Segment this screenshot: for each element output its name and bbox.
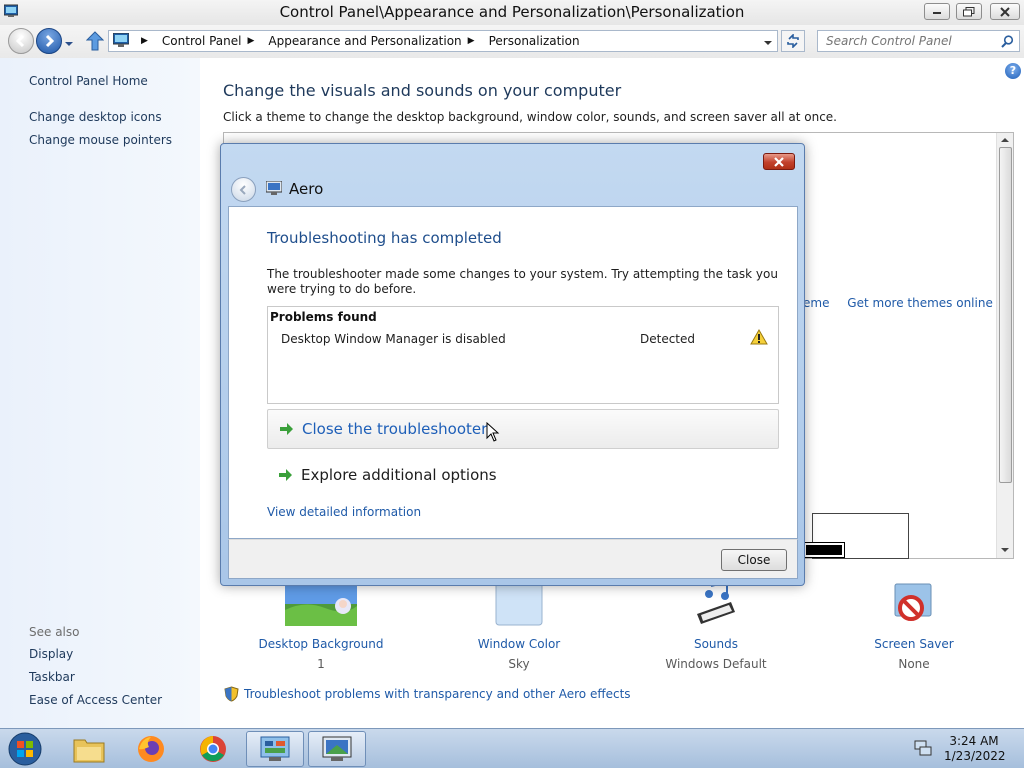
folder-icon (73, 739, 105, 763)
troubleshooter-dialog: Aero Troubleshooting has completed The t… (220, 143, 805, 586)
control-panel-app-icon (260, 736, 290, 761)
scrollbar-thumb[interactable] (999, 147, 1012, 483)
close-troubleshooter-option[interactable]: Close the troubleshooter (267, 409, 779, 449)
search-icon[interactable] (1001, 35, 1014, 51)
window-title: Control Panel\Appearance and Personaliza… (279, 3, 745, 21)
personalization-window-icon (322, 736, 352, 761)
completed-description: The troubleshooter made some changes to … (267, 267, 778, 296)
screen-saver-item[interactable]: Screen Saver None (849, 582, 979, 671)
dialog-title: Aero (289, 180, 324, 198)
sounds-value: Windows Default (665, 657, 767, 671)
desktop-background-value: 1 (317, 657, 325, 671)
theme-list-scrollbar[interactable] (996, 133, 1013, 558)
scroll-down-icon[interactable] (1001, 547, 1009, 553)
window-color-item[interactable]: Window Color Sky (454, 581, 584, 671)
taskbar: 3:24 AM 1/23/2022 (0, 728, 1024, 768)
page-title: Change the visuals and sounds on your co… (223, 81, 622, 100)
address-bar[interactable]: ▶ Control Panel ▶ Appearance and Personal… (108, 30, 778, 52)
taskbar-firefox[interactable] (122, 731, 180, 767)
get-more-themes-link[interactable]: Get more themes online (847, 296, 993, 310)
dialog-close-icon[interactable] (763, 153, 795, 170)
restore-button[interactable] (956, 3, 982, 20)
desktop-background-icon (285, 582, 357, 626)
theme-links: eme Get more themes online (803, 296, 1007, 310)
problems-found-panel: Problems found Desktop Window Manager is… (267, 306, 779, 404)
troubleshoot-aero-link[interactable]: Troubleshoot problems with transparency … (224, 686, 631, 702)
ease-of-access-link[interactable]: Ease of Access Center (29, 693, 162, 707)
dialog-body: Troubleshooting has completed The troubl… (228, 206, 798, 539)
window-color-icon (495, 581, 543, 626)
change-desktop-icons-link[interactable]: Change desktop icons (29, 110, 162, 124)
problem-name: Desktop Window Manager is disabled (281, 332, 506, 346)
sounds-label: Sounds (693, 637, 739, 651)
view-detailed-information-link[interactable]: View detailed information (267, 505, 421, 519)
taskbar-link[interactable]: Taskbar (29, 670, 75, 684)
desktop-background-label: Desktop Background (258, 637, 384, 651)
chrome-icon (200, 736, 226, 762)
windows-logo-icon (8, 732, 42, 766)
clock-date: 1/23/2022 (944, 749, 1006, 763)
breadcrumb-separator[interactable]: ▶ (135, 36, 156, 46)
save-theme-link[interactable]: eme (803, 296, 829, 310)
sounds-icon (697, 580, 735, 624)
screen-saver-value: None (898, 657, 930, 671)
green-arrow-icon (279, 469, 292, 481)
taskbar-personalization-window[interactable] (308, 731, 366, 767)
mouse-cursor-icon (486, 421, 500, 445)
control-panel-icon (112, 32, 130, 50)
window-color-value: Sky (508, 657, 530, 671)
explore-options-label: Explore additional options (301, 466, 497, 484)
aero-troubleshooter-icon (265, 180, 283, 198)
display-link[interactable]: Display (29, 647, 73, 661)
sounds-item[interactable]: Sounds Windows Default (651, 580, 781, 671)
help-icon[interactable]: ? (1005, 63, 1021, 79)
scroll-up-icon[interactable] (1001, 137, 1009, 143)
start-button[interactable] (5, 732, 45, 766)
close-troubleshooter-label: Close the troubleshooter (302, 420, 488, 438)
problems-found-heading: Problems found (270, 310, 377, 324)
change-mouse-pointers-link[interactable]: Change mouse pointers (29, 133, 172, 147)
screen-saver-label: Screen Saver (874, 637, 954, 651)
breadcrumb-personalization[interactable]: Personalization (489, 34, 580, 48)
back-button[interactable] (8, 28, 34, 54)
dialog-footer: Close (228, 539, 798, 579)
window-titlebar: Control Panel\Appearance and Personaliza… (0, 0, 1024, 25)
minimize-button[interactable] (924, 3, 950, 20)
taskbar-chrome[interactable] (184, 731, 242, 767)
left-navigation-pane: Control Panel Home Change desktop icons … (0, 58, 200, 728)
warning-icon (750, 328, 768, 348)
search-input[interactable] (817, 30, 1020, 52)
explore-options-option[interactable]: Explore additional options (267, 455, 779, 495)
window-color-label: Window Color (477, 637, 561, 651)
close-button[interactable]: Close (721, 549, 787, 571)
refresh-button[interactable] (781, 30, 805, 52)
firefox-icon (138, 736, 164, 762)
screen-saver-icon (894, 583, 932, 621)
see-also-heading: See also (29, 625, 80, 639)
theme-preview-bar (803, 542, 845, 558)
troubleshoot-aero-label: Troubleshoot problems with transparency … (244, 687, 631, 701)
address-dropdown-icon[interactable] (763, 36, 773, 50)
navigation-bar: ▶ Control Panel ▶ Appearance and Personal… (0, 25, 1024, 58)
recent-pages-dropdown-icon[interactable] (64, 37, 74, 51)
up-arrow-icon[interactable] (85, 31, 105, 54)
green-arrow-icon (280, 423, 293, 435)
breadcrumb-appearance[interactable]: Appearance and Personalization ▶ (268, 34, 482, 48)
dialog-back-button[interactable] (231, 177, 256, 202)
taskbar-file-explorer[interactable] (60, 731, 118, 767)
page-subtitle: Click a theme to change the desktop back… (223, 110, 837, 124)
system-clock[interactable]: 3:24 AM 1/23/2022 (944, 734, 1006, 764)
forward-button[interactable] (36, 28, 62, 54)
breadcrumb-control-panel[interactable]: Control Panel ▶ (162, 34, 263, 48)
shield-icon (224, 686, 239, 702)
close-window-button[interactable] (990, 3, 1020, 20)
completed-heading: Troubleshooting has completed (267, 229, 502, 247)
control-panel-home-link[interactable]: Control Panel Home (29, 74, 148, 88)
network-icon[interactable] (914, 740, 932, 759)
problem-status: Detected (640, 332, 696, 346)
taskbar-control-panel[interactable] (246, 731, 304, 767)
desktop-background-item[interactable]: Desktop Background 1 (256, 582, 386, 671)
clock-time: 3:24 AM (949, 734, 999, 748)
